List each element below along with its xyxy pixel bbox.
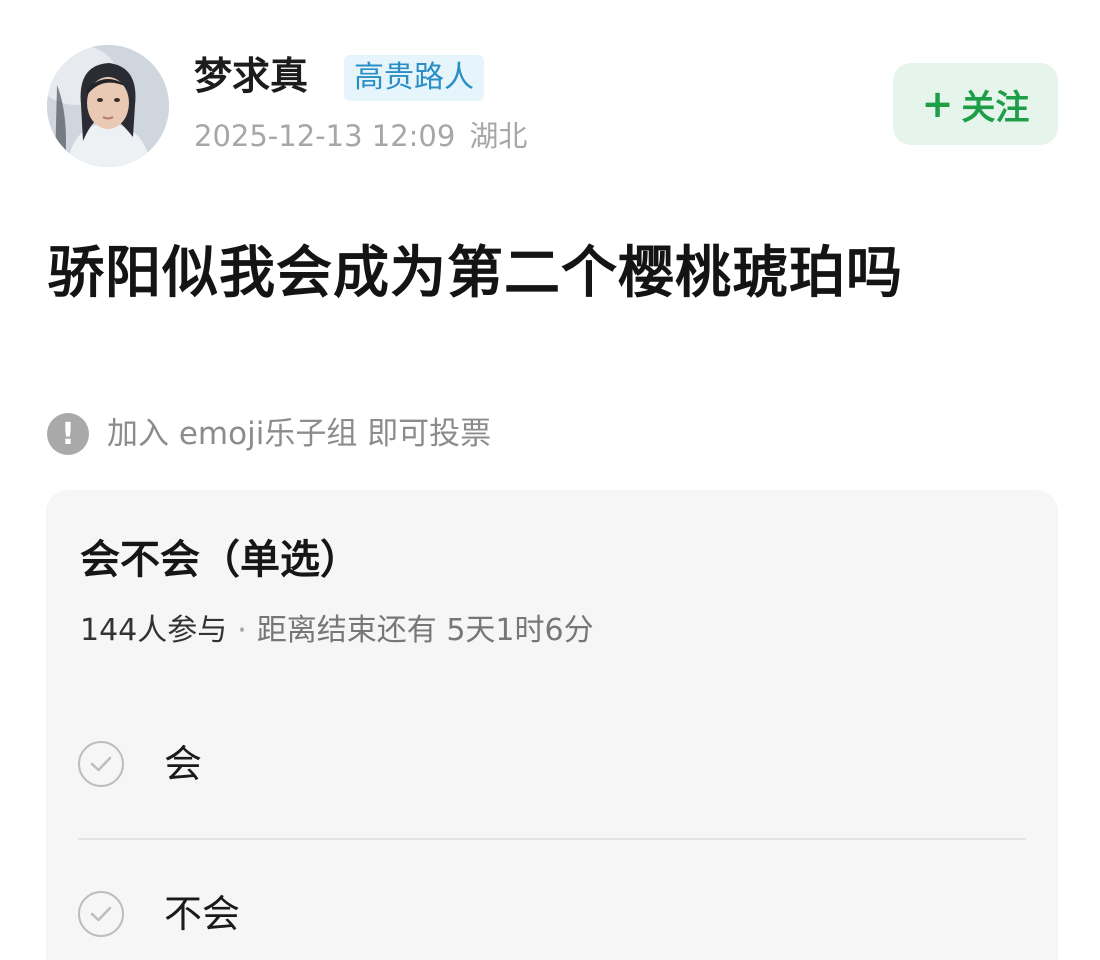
checkmark-icon	[90, 906, 112, 922]
vote-notice: ! 加入 emoji乐子组 即可投票	[47, 412, 491, 456]
username[interactable]: 梦求真	[194, 52, 308, 100]
poll-participants: 144人参与	[80, 613, 228, 648]
check-circle-icon[interactable]	[78, 741, 124, 787]
follow-button-label: 关注	[961, 87, 1030, 128]
post-meta: 2025-12-13 12:09 湖北	[194, 116, 527, 156]
post-location: 湖北	[469, 119, 528, 153]
post-datetime: 2025-12-13 12:09	[194, 119, 456, 153]
post-page: 梦求真 高贵路人 2025-12-13 12:09 湖北 + 关注 骄阳似我会成为…	[0, 0, 1100, 960]
poll-meta: 144人参与 · 距离结束还有 5天1时6分	[80, 610, 594, 652]
poll-remaining-time: 距离结束还有 5天1时6分	[256, 613, 594, 648]
option-divider	[78, 838, 1026, 840]
vote-notice-text[interactable]: 加入 emoji乐子组 即可投票	[107, 412, 491, 456]
poll-option-label: 会	[164, 742, 203, 786]
check-circle-icon[interactable]	[78, 891, 124, 937]
user-level-badge: 高贵路人	[344, 55, 484, 101]
follow-button[interactable]: + 关注	[893, 63, 1058, 145]
exclamation-icon: !	[47, 413, 89, 455]
checkmark-icon	[90, 756, 112, 772]
plus-icon: +	[921, 82, 954, 126]
poll-option-label: 不会	[164, 892, 241, 936]
poll-option[interactable]: 不会	[78, 884, 1026, 944]
separator-dot: ·	[237, 613, 247, 648]
poll-card: 会不会（单选） 144人参与 · 距离结束还有 5天1时6分 会 不会	[46, 490, 1058, 960]
poll-title: 会不会（单选）	[80, 537, 360, 583]
avatar-image	[47, 45, 169, 167]
avatar[interactable]	[47, 45, 169, 167]
post-title: 骄阳似我会成为第二个樱桃琥珀吗	[48, 241, 903, 306]
poll-option[interactable]: 会	[78, 734, 1026, 794]
